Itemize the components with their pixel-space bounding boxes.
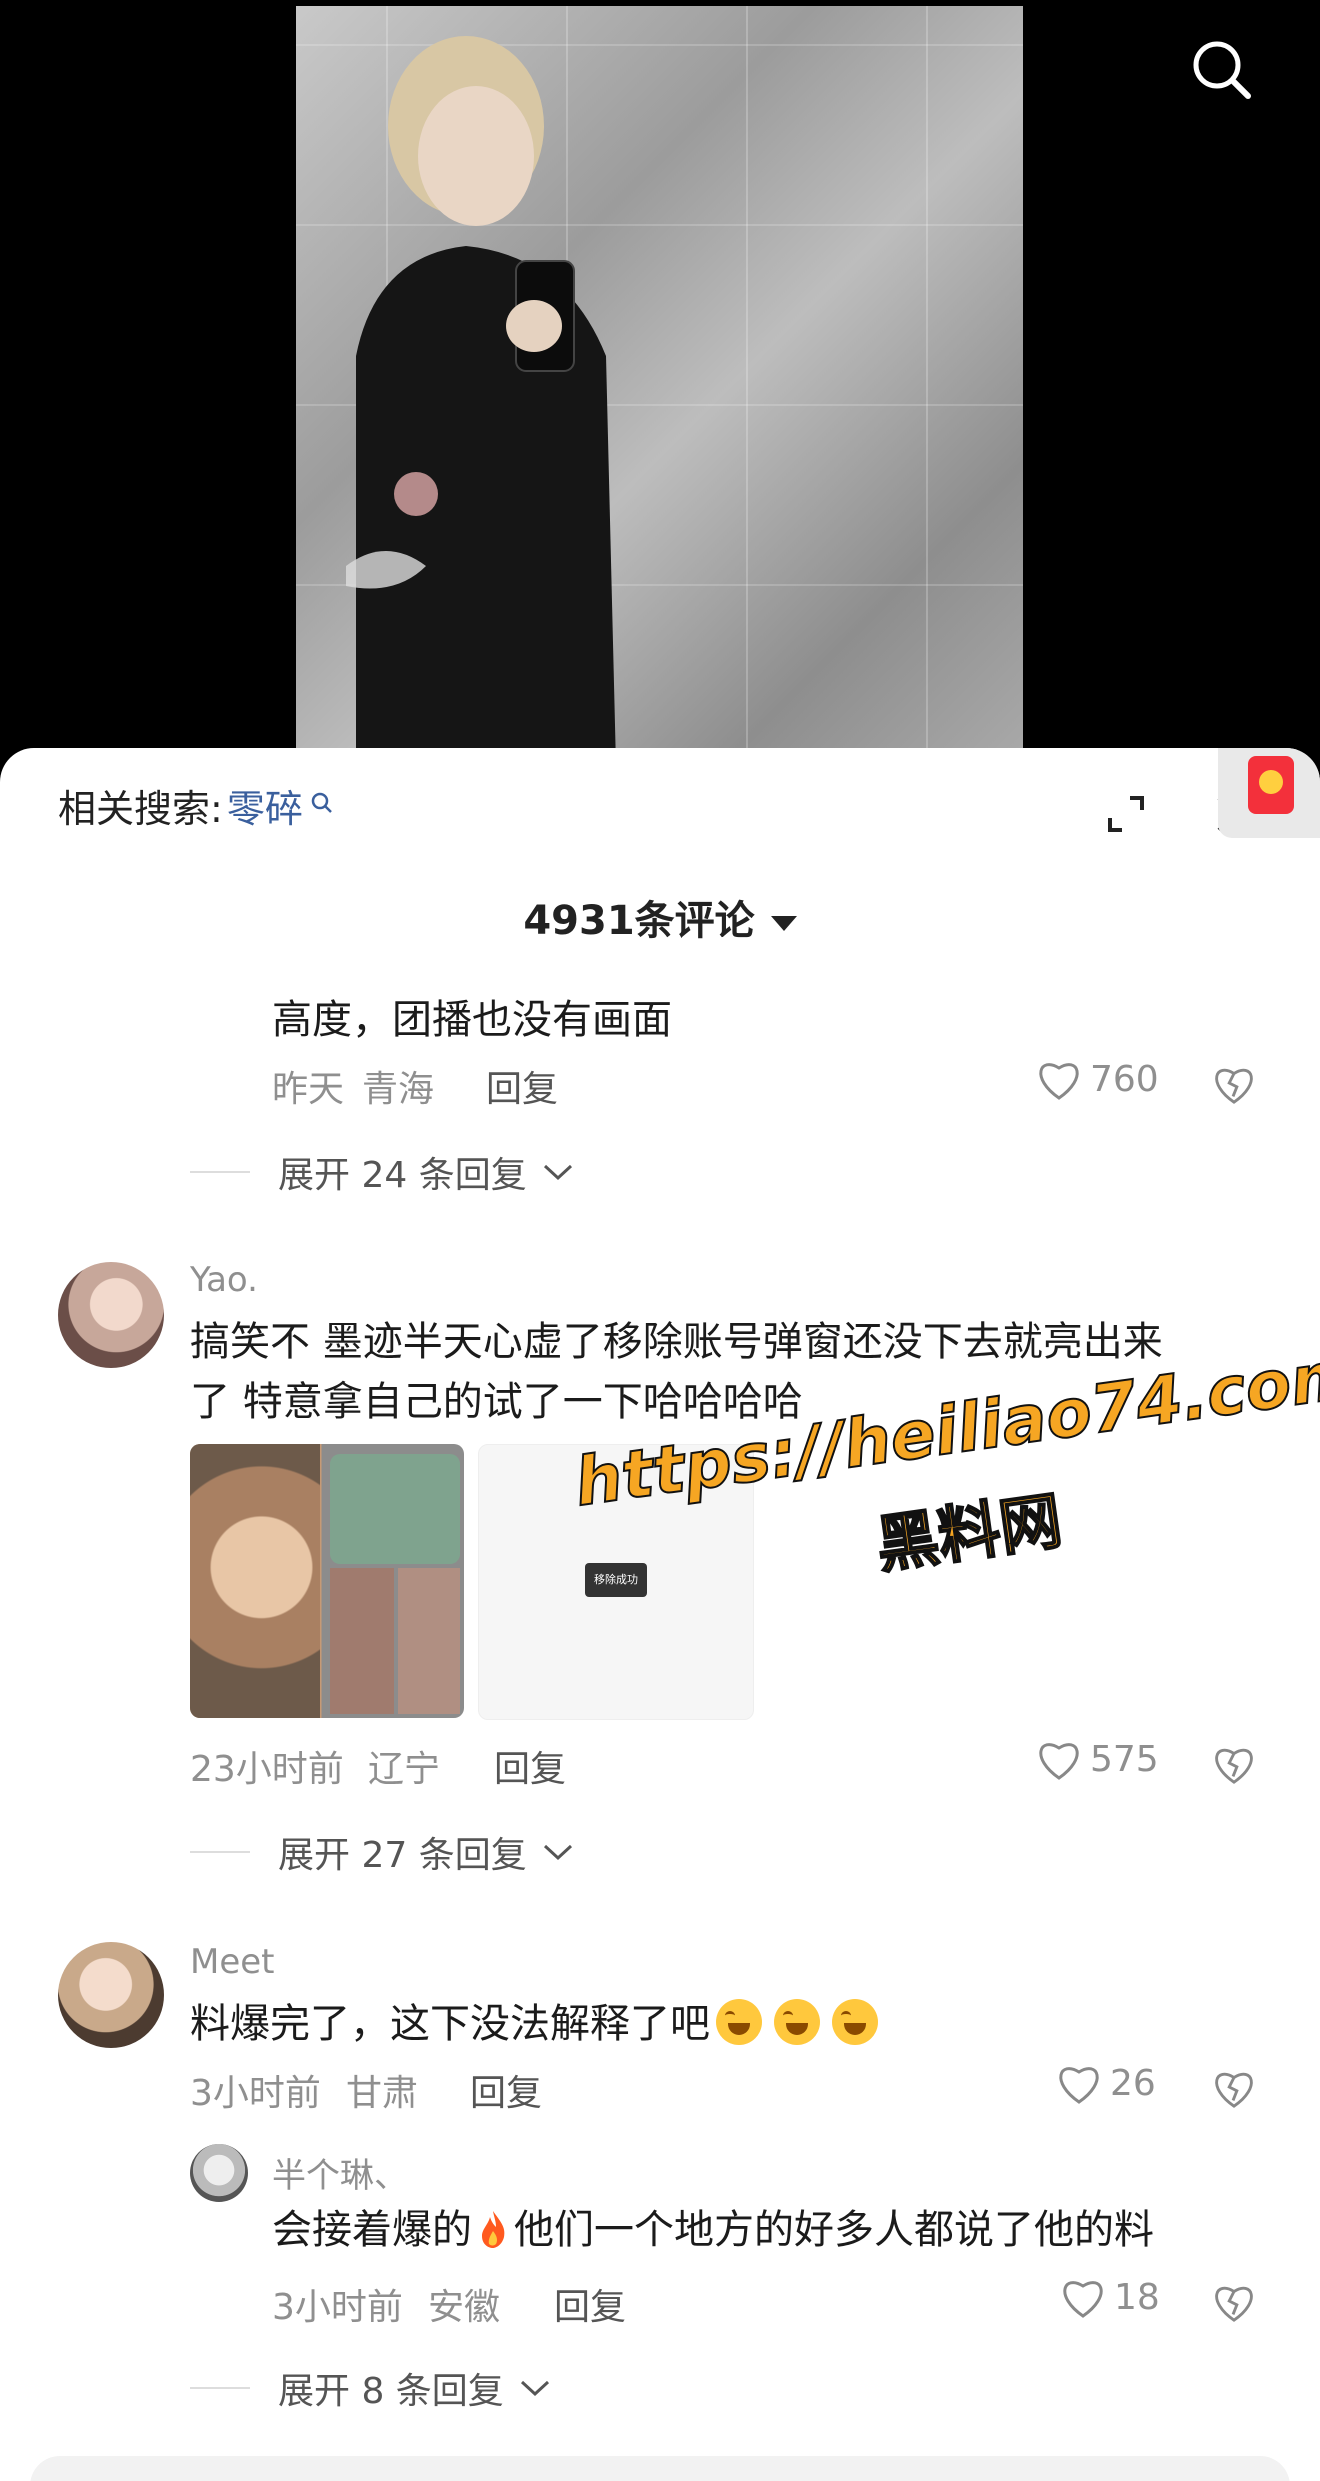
expand-replies[interactable]: 展开 24 条回复	[190, 1146, 575, 1198]
comment-text-body: 料爆完了，这下没法解释了吧	[190, 2001, 710, 2047]
chevron-down-icon	[543, 1844, 572, 1861]
comment-location: 青海	[362, 1069, 435, 1110]
comment-image-1[interactable]	[190, 1444, 464, 1718]
reply-time: 3小时前	[272, 2287, 403, 2328]
comment-username[interactable]: Yao.	[190, 1260, 258, 1300]
video-player[interactable]	[0, 0, 1320, 760]
comment-text: 高度，团播也没有画面	[272, 997, 672, 1043]
comment-count: 4931条评论	[523, 898, 755, 944]
chevron-down-icon	[520, 2380, 549, 2397]
expand-replies[interactable]: 展开 8 条回复	[190, 2362, 552, 2414]
comment-text-line2: 了 特意拿自己的试了一下哈哈哈哈	[190, 1379, 803, 1425]
heart-icon	[1059, 2067, 1099, 2104]
like-count: 18	[1114, 2276, 1160, 2318]
comment-location: 辽宁	[368, 1749, 441, 1790]
chevron-down-icon	[543, 1164, 572, 1181]
toast-text: 移除成功	[585, 1563, 647, 1597]
like-count: 575	[1090, 1738, 1159, 1780]
broken-heart-icon[interactable]	[1212, 2066, 1256, 2110]
like-button[interactable]: 760	[1036, 1058, 1159, 1100]
person-silhouette	[346, 36, 616, 760]
laughing-emoji-icon	[716, 1999, 762, 2045]
broken-heart-icon[interactable]	[1212, 1742, 1256, 1786]
like-button[interactable]: 18	[1060, 2276, 1160, 2318]
reply-button[interactable]: 回复	[486, 1060, 558, 1112]
comment-location: 甘肃	[346, 2073, 419, 2114]
reply-button[interactable]: 回复	[554, 2278, 626, 2330]
red-packet-icon	[1248, 756, 1294, 814]
broken-heart-icon[interactable]	[1212, 2280, 1256, 2324]
comment-text: 料爆完了，这下没法解释了吧	[190, 1994, 884, 2054]
like-count: 26	[1110, 2062, 1156, 2104]
video-frame-photo	[296, 6, 1023, 760]
divider	[190, 2387, 250, 2389]
comment-count-header[interactable]: 4931条评论	[0, 888, 1320, 946]
search-icon[interactable]	[1190, 38, 1254, 102]
reply-location: 安徽	[428, 2287, 501, 2328]
heart-icon	[1039, 1743, 1079, 1780]
like-count: 760	[1090, 1058, 1159, 1100]
red-packet-button[interactable]	[1218, 748, 1320, 838]
divider	[190, 1851, 250, 1853]
comment-time: 昨天	[272, 1069, 345, 1110]
comment-time: 3小时前	[190, 2073, 321, 2114]
laughing-emoji-icon	[832, 1999, 878, 2045]
reply-button[interactable]: 回复	[470, 2064, 542, 2116]
avatar[interactable]	[58, 1942, 164, 2048]
expand-replies[interactable]: 展开 27 条回复	[190, 1826, 575, 1878]
broken-heart-icon[interactable]	[1212, 1062, 1256, 1106]
heart-icon	[1063, 2281, 1103, 2318]
reply-text-after: 他们一个地方的好多人都说了他的料	[514, 2207, 1154, 2253]
laughing-emoji-icon	[774, 1999, 820, 2045]
related-search[interactable]: 相关搜索: 零碎	[58, 778, 335, 833]
fire-emoji-icon	[482, 2211, 505, 2248]
reply-username[interactable]: 半个琳、	[272, 2148, 408, 2197]
small-search-icon	[311, 792, 332, 813]
expand-replies-label: 展开 8 条回复	[278, 2371, 504, 2412]
reply-text: 会接着爆的 他们一个地方的好多人都说了他的料	[272, 2200, 1154, 2260]
related-search-label: 相关搜索:	[58, 787, 223, 831]
avatar[interactable]	[58, 1262, 164, 1368]
fullscreen-icon[interactable]	[1104, 792, 1148, 836]
comment-time: 23小时前	[190, 1749, 344, 1790]
reply-avatar[interactable]	[190, 2144, 248, 2202]
comment-username[interactable]: Meet	[190, 1942, 275, 1982]
expand-replies-label: 展开 24 条回复	[278, 1155, 527, 1196]
reply-button[interactable]: 回复	[494, 1740, 566, 1792]
comment-sheet: 相关搜索: 零碎 4931条评论 高度，团播也没有画面 昨天 青海 回复 760…	[0, 748, 1320, 2481]
heart-icon	[1039, 1063, 1079, 1100]
comment-input-bar[interactable]	[30, 2456, 1290, 2481]
like-button[interactable]: 575	[1036, 1738, 1159, 1780]
expand-replies-label: 展开 27 条回复	[278, 1835, 527, 1876]
chevron-down-icon	[770, 915, 797, 931]
comment-text-line1: 搞笑不 墨迹半天心虚了移除账号弹窗还没下去就亮出来	[190, 1319, 1163, 1365]
related-search-keyword[interactable]: 零碎	[227, 778, 303, 833]
reply-text-before: 会接着爆的	[272, 2207, 472, 2253]
like-button[interactable]: 26	[1056, 2062, 1156, 2104]
divider	[190, 1171, 250, 1173]
